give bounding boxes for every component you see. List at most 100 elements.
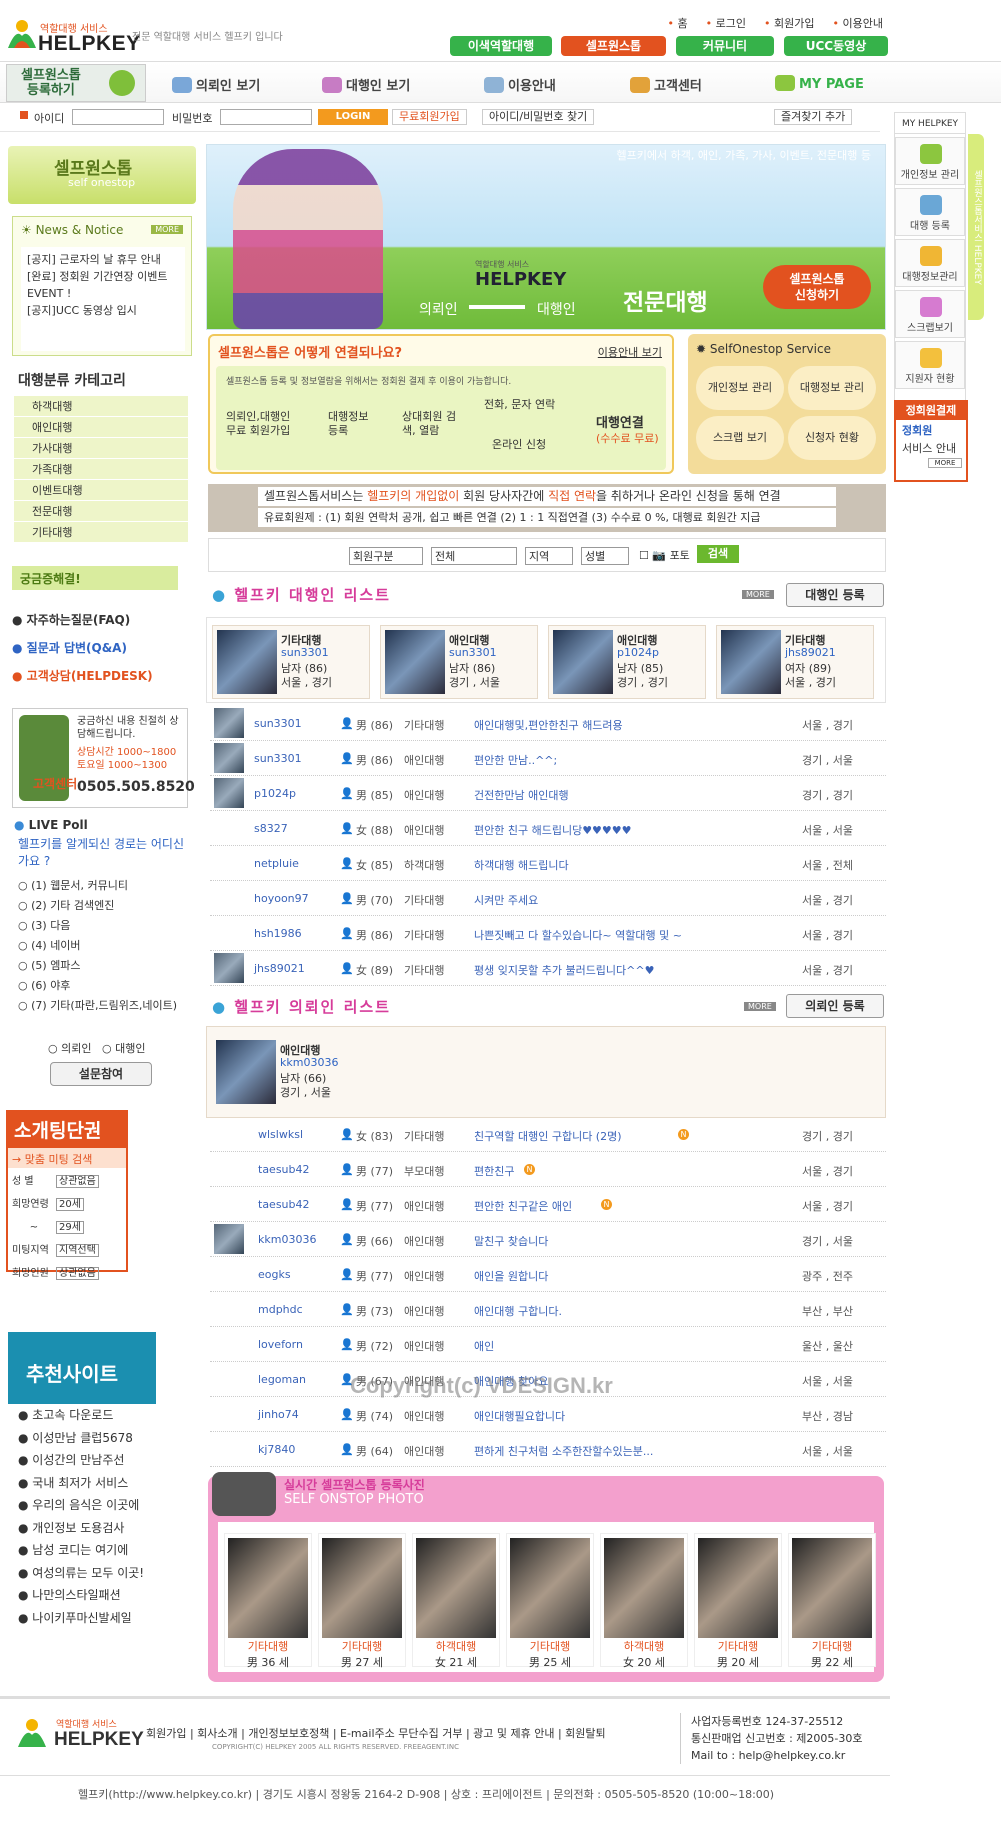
row-user-id[interactable]: p1024p bbox=[254, 787, 296, 800]
row-user-id[interactable]: mdphdc bbox=[258, 1303, 303, 1316]
table-row[interactable]: sun3301 👤 男 (86) 애인대행 편안한 만남..^^; 경기 , 서울 bbox=[210, 741, 886, 776]
client-more-button[interactable]: MORE bbox=[744, 1002, 776, 1011]
role-client-radio[interactable]: ○ 의뢰인 bbox=[48, 1042, 91, 1055]
my-agent-manage[interactable]: 대행정보관리 bbox=[895, 239, 965, 287]
row-user-id[interactable]: taesub42 bbox=[258, 1163, 310, 1176]
row-user-id[interactable]: netpluie bbox=[254, 857, 299, 870]
row-title[interactable]: 편하게 친구처럼 소주한잔할수있는분... bbox=[474, 1443, 653, 1459]
row-user-id[interactable]: kj7840 bbox=[258, 1443, 295, 1456]
register-button[interactable]: 셀프원스톱 등록하기 bbox=[6, 64, 146, 102]
row-user-id[interactable]: jinho74 bbox=[258, 1408, 299, 1421]
count-select[interactable]: 상관없음 bbox=[56, 1267, 99, 1280]
guide-link[interactable]: 이용안내 보기 bbox=[598, 344, 662, 360]
table-row[interactable]: netpluie 👤 女 (85) 하객대행 하객대행 해드립니다 서울 , 전체 bbox=[210, 846, 886, 881]
apply-button[interactable]: 셀프원스톱 신청하기 bbox=[763, 265, 871, 309]
row-title[interactable]: 편한친구 bbox=[474, 1163, 514, 1179]
service-applicants[interactable]: 신청자 현황 bbox=[788, 416, 876, 460]
nav-guide[interactable]: 이용안내 bbox=[484, 75, 556, 94]
id-input[interactable] bbox=[72, 109, 164, 125]
table-row[interactable]: p1024p 👤 男 (85) 애인대행 건전한만남 애인대행 경기 , 경기 bbox=[210, 776, 886, 811]
member-payment-box[interactable]: 정회원결제 정회원 서비스 안내 MORE bbox=[894, 400, 968, 482]
join-button[interactable]: 무료회원가입 bbox=[392, 109, 467, 125]
recommended-link[interactable]: ● 여성의류는 모두 이곳! bbox=[18, 1562, 188, 1585]
service-agent-info[interactable]: 대행정보 관리 bbox=[788, 366, 876, 410]
table-row[interactable]: kkm03036 👤 男 (66) 애인대행 말친구 찾습니다 경기 , 서울 bbox=[210, 1222, 886, 1257]
nav-agents[interactable]: 대행인 보기 bbox=[322, 75, 410, 94]
logo-text[interactable]: HELPKEY bbox=[38, 32, 141, 56]
row-user-id[interactable]: kkm03036 bbox=[258, 1233, 316, 1246]
service-personal-info[interactable]: 개인정보 관리 bbox=[696, 366, 784, 410]
footer-links[interactable]: 회원가입 | 회사소개 | 개인정보보호정책 | E-mail주소 무단수집 거… bbox=[146, 1725, 606, 1741]
table-row[interactable]: hsh1986 👤 男 (86) 기타대행 나쁜짓빼고 다 할수있습니다~ 역할대행 및… bbox=[210, 916, 886, 951]
category-etc[interactable]: 기타대행 bbox=[14, 522, 188, 543]
row-title[interactable]: 편안한 만남..^^; bbox=[474, 752, 557, 768]
table-row[interactable]: eogks 👤 男 (77) 애인대행 애인을 원합니다 광주 , 전주 bbox=[210, 1257, 886, 1292]
login-link[interactable]: 로그인 bbox=[706, 15, 746, 31]
row-title[interactable]: 애인대행및,편안한친구 해드려용 bbox=[474, 717, 623, 733]
faq-link[interactable]: ● 자주하는질문(FAQ) bbox=[12, 606, 153, 634]
table-row[interactable]: wlslwksl 👤 女 (83) 기타대행 친구역할 대행인 구합니다 (2명) N 경기… bbox=[210, 1117, 886, 1152]
agent-card[interactable]: 애인대행 p1024p 남자 (85) 경기 , 경기 bbox=[548, 625, 706, 699]
poll-option[interactable]: ○ (5) 엠파스 bbox=[18, 956, 192, 976]
all-select[interactable]: 전체 bbox=[431, 547, 517, 565]
row-user-id[interactable]: hsh1986 bbox=[254, 927, 302, 940]
recommended-link[interactable]: ● 나이키푸마신발세일 bbox=[18, 1607, 188, 1630]
agent-register-button[interactable]: 대행인 등록 bbox=[786, 583, 884, 607]
age-from-select[interactable]: 20세 bbox=[56, 1198, 84, 1211]
poll-option[interactable]: ○ (4) 네이버 bbox=[18, 936, 192, 956]
tab-special-role[interactable]: 이색역할대행 bbox=[450, 36, 552, 56]
row-title[interactable]: 애인 bbox=[474, 1338, 494, 1354]
recommended-link[interactable]: ● 국내 최저가 서비스 bbox=[18, 1472, 188, 1495]
login-button[interactable]: LOGIN bbox=[318, 109, 388, 125]
table-row[interactable]: taesub42 👤 男 (77) 애인대행 편안한 친구같은 애인 N 서울 , 경기 bbox=[210, 1187, 886, 1222]
poll-submit-button[interactable]: 설문참여 bbox=[50, 1062, 152, 1086]
row-user-id[interactable]: sun3301 bbox=[254, 752, 302, 765]
my-personal-info[interactable]: 개인정보 관리 bbox=[895, 137, 965, 185]
client-card[interactable]: 애인대행 kkm03036 남자 (66) 경기 , 서울 bbox=[212, 1036, 872, 1112]
photo-item[interactable]: 기타대행 男 25 세 bbox=[506, 1533, 594, 1669]
agent-card[interactable]: 기타대행 sun3301 남자 (86) 서울 , 경기 bbox=[212, 625, 370, 699]
region-select[interactable]: 지역선택 bbox=[56, 1244, 99, 1257]
recommended-link[interactable]: ● 이성간의 만남주선 bbox=[18, 1449, 188, 1472]
find-account-button[interactable]: 아이디/비밀번호 찾기 bbox=[482, 109, 595, 125]
photo-item[interactable]: 기타대행 男 22 세 bbox=[788, 1533, 876, 1669]
photo-item[interactable]: 기타대행 男 27 세 bbox=[318, 1533, 406, 1669]
photo-checkbox[interactable]: ☐ 📷 포토 bbox=[639, 547, 690, 563]
photo-item[interactable]: 하객대행 女 21 세 bbox=[412, 1533, 500, 1669]
recommended-link[interactable]: ● 우리의 음식은 이곳에 bbox=[18, 1494, 188, 1517]
region-select[interactable]: 지역 bbox=[525, 547, 573, 565]
gender-select[interactable]: 성별 bbox=[581, 547, 629, 565]
category-pro[interactable]: 전문대행 bbox=[14, 501, 188, 522]
row-title[interactable]: 나쁜짓빼고 다 할수있습니다~ 역할대행 및 ~ bbox=[474, 927, 682, 943]
photo-item[interactable]: 하객대행 女 20 세 bbox=[600, 1533, 688, 1669]
nav-clients[interactable]: 의뢰인 보기 bbox=[172, 75, 260, 94]
home-link[interactable]: 홈 bbox=[668, 15, 688, 31]
row-title[interactable]: 애인을 원합니다 bbox=[474, 1268, 548, 1284]
photo-item[interactable]: 기타대행 男 36 세 bbox=[224, 1533, 312, 1669]
row-title[interactable]: 평생 잊지못할 추가 불러드립니다^^♥ bbox=[474, 962, 654, 978]
row-user-id[interactable]: hoyoon97 bbox=[254, 892, 309, 905]
mail-to[interactable]: Mail to : help@helpkey.co.kr bbox=[691, 1747, 862, 1764]
category-lover[interactable]: 애인대행 bbox=[14, 417, 188, 438]
favorite-button[interactable]: 즐겨찾기 추가 bbox=[774, 109, 853, 125]
category-wedding[interactable]: 하객대행 bbox=[14, 396, 188, 417]
recommended-link[interactable]: ● 남성 코디는 여기에 bbox=[18, 1539, 188, 1562]
member-type-select[interactable]: 회원구분 bbox=[349, 547, 423, 565]
row-title[interactable]: 하객대행 해드립니다 bbox=[474, 857, 569, 873]
row-title[interactable]: 애인대행필요합니다 bbox=[474, 1408, 565, 1424]
news-item[interactable]: [공지]UCC 동영상 입시 bbox=[27, 302, 179, 319]
my-applicants[interactable]: 지원자 현황 bbox=[895, 341, 965, 389]
gender-select[interactable]: 상관없음 bbox=[56, 1175, 99, 1188]
poll-option[interactable]: ○ (1) 웹문서, 커뮤니티 bbox=[18, 876, 192, 896]
vertical-tab[interactable]: 셀프원스톱서비스 HELPKEY bbox=[968, 134, 984, 320]
recommended-link[interactable]: ● 개인정보 도용검사 bbox=[18, 1517, 188, 1540]
row-title[interactable]: 편안한 친구같은 애인 bbox=[474, 1198, 572, 1214]
row-user-id[interactable]: sun3301 bbox=[254, 717, 302, 730]
recommended-link[interactable]: ● 이성만남 클럽5678 bbox=[18, 1427, 188, 1450]
poll-option[interactable]: ○ (7) 기타(파란,드림위즈,네이트) bbox=[18, 999, 192, 1013]
row-title[interactable]: 시켜만 주세요 bbox=[474, 892, 538, 908]
my-scrap[interactable]: 스크랩보기 bbox=[895, 290, 965, 338]
table-row[interactable]: kj7840 👤 男 (64) 애인대행 편하게 친구처럼 소주한잔할수있는분... 서울… bbox=[210, 1432, 886, 1467]
poll-option[interactable]: ○ (3) 다음 bbox=[18, 916, 192, 936]
my-agent-register[interactable]: 대행 등록 bbox=[895, 188, 965, 236]
